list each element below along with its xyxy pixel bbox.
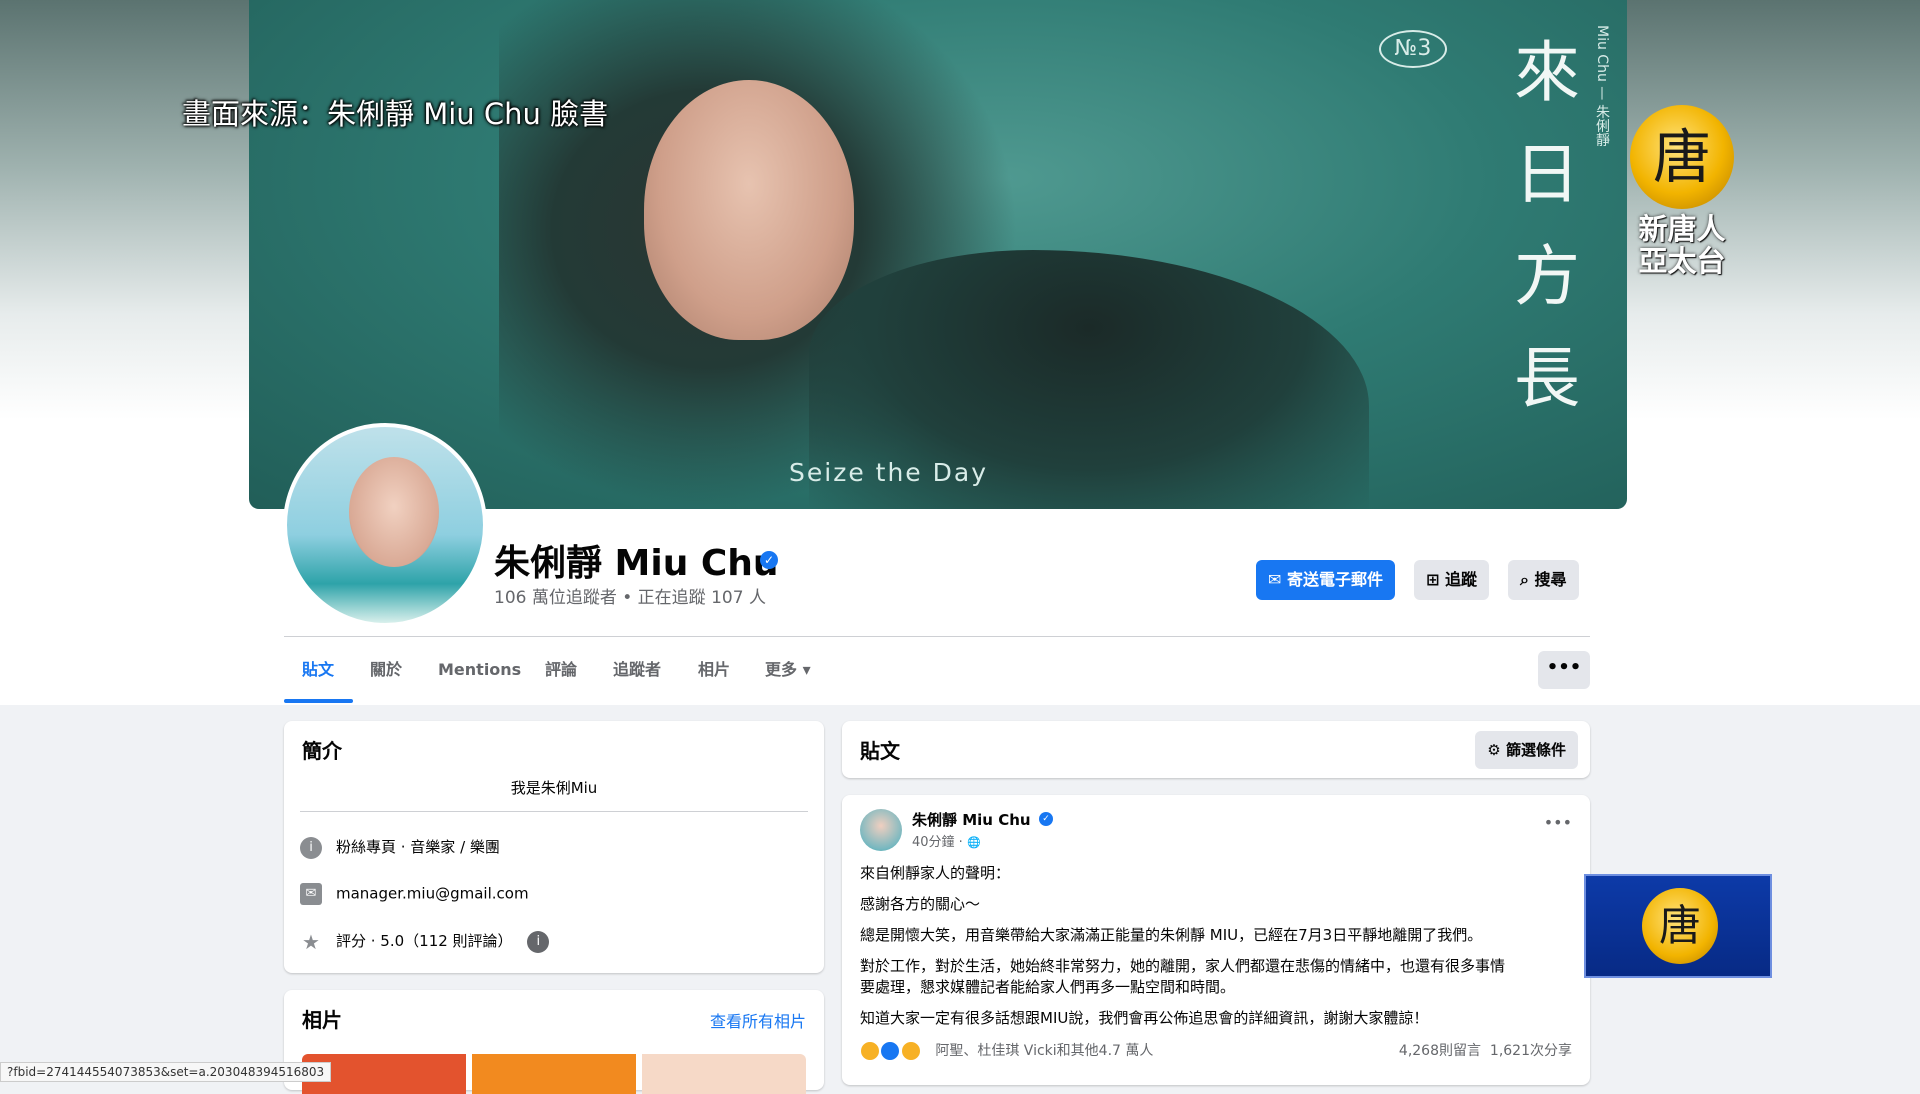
profile-followers[interactable]: 106 萬位追蹤者 • 正在追蹤 107 人 [494,583,766,608]
active-tab-indicator [284,699,353,703]
follow-button-label: 追蹤 [1444,570,1477,589]
verified-badge-icon: ✓ [760,551,778,569]
cover-artist-label: Miu Chu — 朱俐靜 [1594,25,1610,147]
post-text-line: 對於工作，對於生活，她始終非常努力，她的離開，家人們都還在悲傷的情緒中，也還有很… [860,957,1506,975]
search-icon: ⌕ [1520,570,1529,589]
tab-mentions[interactable]: Mentions [438,657,521,703]
wow-reaction-icon [900,1041,921,1061]
filter-icon: ⚙ [1487,741,1501,759]
post-shares-count[interactable]: 1,621次分享 [1490,1043,1572,1059]
profile-avatar[interactable] [283,423,487,627]
intro-rating: 評分 · 5.0（112 則評論） [336,932,513,950]
intro-category-row: i 粉絲專頁 · 音樂家 / 樂團 [300,836,500,859]
filter-button-label: 篩選條件 [1505,741,1566,759]
post-reactions-text: 阿聖、杜佳琪 Vicki和其他4.7 萬人 [935,1043,1154,1059]
cover-photo[interactable]: №3 來日方長 Miu Chu — 朱俐靜 Seize the Day [249,0,1627,509]
ntd-corner-logo: 唐 [1584,874,1772,978]
photo-thumbnail[interactable] [472,1054,636,1094]
intro-email[interactable]: manager.miu@gmail.com [336,885,529,903]
intro-category: 粉絲專頁 · 音樂家 / 樂團 [336,838,500,856]
avatar-face-shape [349,457,439,567]
cover-number-label: №3 [1379,30,1447,68]
posts-title: 貼文 [860,739,900,763]
ntd-corner-logo-icon: 唐 [1642,888,1718,964]
ntd-logo-text: 新唐人 亞太台 [1618,213,1746,277]
photos-title: 相片 [302,1008,342,1032]
search-button[interactable]: ⌕ 搜尋 [1508,560,1579,600]
follow-icon: ⊞ [1426,570,1440,589]
ntd-logo: 唐 新唐人 亞太台 [1618,105,1746,280]
intro-rating-row[interactable]: ★ 評分 · 5.0（112 則評論） i [300,930,563,953]
like-reaction-icon [880,1041,901,1061]
post-stats[interactable]: 4,268則留言 1,621次分享 [1399,1040,1572,1060]
follow-button[interactable]: ⊞ 追蹤 [1414,560,1489,600]
haha-reaction-icon [860,1041,880,1061]
filter-button[interactable]: ⚙ 篩選條件 [1475,731,1578,769]
search-button-label: 搜尋 [1534,570,1567,589]
star-icon: ★ [302,929,320,954]
post-comments-count[interactable]: 4,268則留言 [1399,1043,1481,1059]
post-time[interactable]: 40分鐘 · 🌐 [912,831,981,850]
cover-album-title: 來日方長 [1514,34,1580,417]
post-time-label: 40分鐘 · [912,835,967,850]
globe-icon: 🌐 [966,836,981,849]
post-author-name[interactable]: 朱俐靜 Miu Chu [912,809,1031,830]
intro-divider [300,811,808,812]
intro-email-row[interactable]: ✉ manager.miu@gmail.com [300,883,529,905]
post-text-line: 感謝各方的關心～ [860,895,981,913]
post-verified-icon: ✓ [1039,812,1053,826]
tab-reviews[interactable]: 評論 [545,657,577,703]
post-text-line: 總是開懷大笑，用音樂帶給大家滿滿正能量的朱俐靜 MIU，已經在7月3日平靜地離開… [860,926,1483,944]
mail-icon: ✉ [300,883,322,905]
header-divider [284,636,1590,637]
intro-bio: 我是朱俐Miu [510,779,598,797]
photos-card: 相片 查看所有相片 [284,990,824,1094]
see-all-photos-link[interactable]: 查看所有相片 [710,1008,806,1032]
post-text-line: 要處理，懇求媒體記者能給家人們再多一點空間和時間。 [860,978,1236,996]
post-author-avatar[interactable] [860,809,902,851]
post-more-button[interactable]: ••• [1544,813,1572,832]
tab-followers[interactable]: 追蹤者 [613,657,661,703]
post-reactions-row[interactable]: 阿聖、杜佳琪 Vicki和其他4.7 萬人 [860,1040,1153,1061]
post-text-line: 知道大家一定有很多話想跟MIU說，我們會再公佈追思會的詳細資訊，謝謝大家體諒！ [860,1009,1429,1027]
tab-more[interactable]: 更多 ▾ [765,657,811,703]
source-caption: 畫面來源：朱俐靜 Miu Chu 臉書 [182,97,609,131]
profile-more-button[interactable]: ••• [1538,651,1590,689]
tab-about[interactable]: 關於 [370,657,402,703]
cover-face-shape [644,80,854,340]
photo-thumbnail[interactable] [642,1054,806,1094]
posts-header-card: 貼文 ⚙ 篩選條件 [842,721,1590,778]
email-button[interactable]: ✉ 寄送電子郵件 [1256,560,1395,600]
status-url-bar: ?fbid=274144554073853&set=a.203048394516… [0,1062,332,1082]
profile-name: 朱俐靜 Miu Chu [494,543,779,584]
ntd-logo-line2: 亞太台 [1638,244,1726,278]
ntd-logo-line1: 新唐人 [1638,212,1726,246]
tab-photos[interactable]: 相片 [698,657,730,703]
email-button-label: 寄送電子郵件 [1286,570,1383,589]
cover-tagline: Seize the Day [789,458,988,487]
info-icon: i [300,836,322,859]
ntd-logo-icon: 唐 [1630,105,1734,209]
rating-info-icon[interactable]: i [527,930,550,953]
envelope-icon: ✉ [1268,570,1282,589]
background-fade-left [0,0,249,420]
intro-title: 簡介 [302,739,342,763]
tab-posts[interactable]: 貼文 [302,657,334,703]
post-text-line: 來自俐靜家人的聲明： [860,864,1011,882]
